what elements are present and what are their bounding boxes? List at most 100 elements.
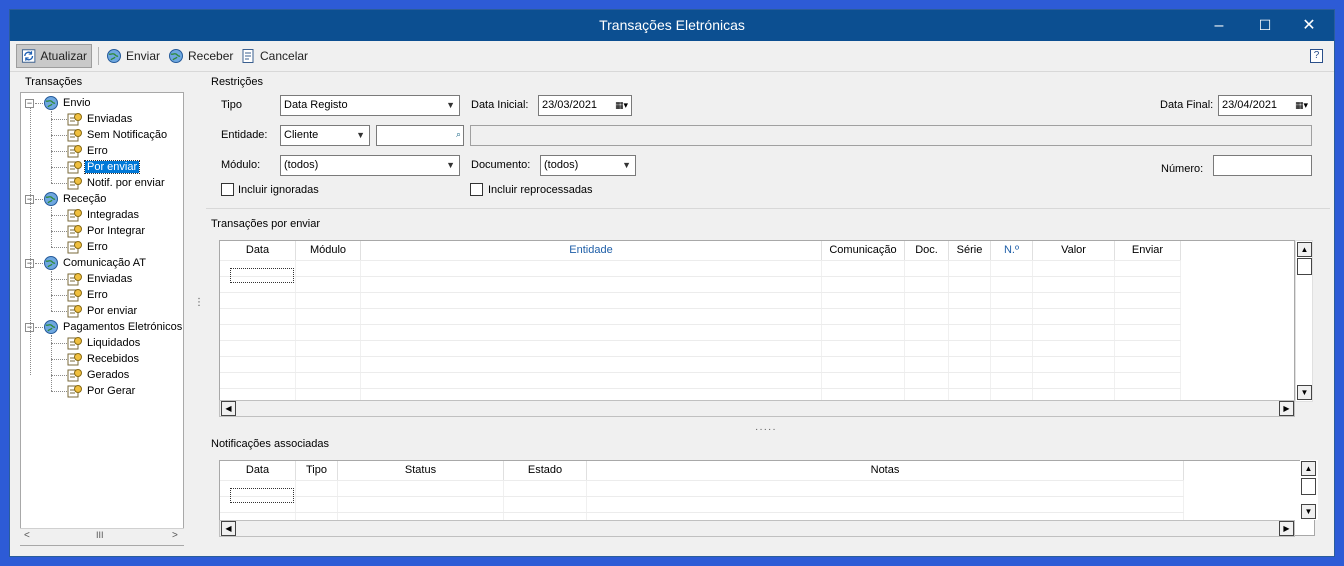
tree-item[interactable]: Por Gerar (67, 383, 137, 399)
scroll-thumb[interactable] (1301, 478, 1316, 495)
scroll-down-icon[interactable]: ▼ (1297, 385, 1312, 400)
tree-item[interactable]: Erro (67, 143, 110, 159)
tree-group[interactable]: Receção (43, 191, 108, 207)
scroll-down-icon[interactable]: ▼ (1301, 504, 1316, 519)
chevron-down-icon: ▼ (446, 100, 455, 110)
column-header[interactable]: N.º (991, 241, 1033, 260)
tree-group-label: Pagamentos Eletrónicos (63, 321, 183, 333)
column-header[interactable]: Entidade (361, 241, 822, 260)
tree-item[interactable]: Gerados (67, 367, 131, 383)
scroll-thumb[interactable] (1297, 258, 1312, 275)
transactions-tree[interactable]: − Envio Enviadas Sem Notificação Erro Por env… (20, 92, 184, 546)
lookup-icon[interactable]: ⌕ (456, 129, 461, 140)
tree-horizontal-scrollbar[interactable]: < III > (20, 528, 184, 545)
column-header[interactable]: Estado (504, 461, 587, 480)
cancelar-button[interactable]: Cancelar (236, 44, 312, 68)
tree-item-label: Sem Notificação (87, 129, 168, 141)
tree-item[interactable]: Enviadas (67, 111, 134, 127)
modulo-select[interactable]: (todos) ▼ (280, 155, 460, 176)
entidade-value: Cliente (284, 129, 319, 141)
column-header[interactable]: Status (338, 461, 504, 480)
entidade-select[interactable]: Cliente ▼ (280, 125, 370, 146)
tree-connector (51, 207, 52, 247)
horizontal-splitter[interactable]: ····· (755, 424, 777, 435)
notificacoes-horizontal-scrollbar[interactable]: ◀ ▶ (219, 520, 1295, 537)
tree-item[interactable]: Por Integrar (67, 223, 147, 239)
column-header[interactable]: Tipo (296, 461, 338, 480)
column-header[interactable]: Comunicação (822, 241, 905, 260)
entidade-label: Entidade: (221, 129, 268, 141)
document-gear-icon (67, 239, 83, 255)
tree-connector (51, 335, 52, 391)
transacoes-vertical-scrollbar[interactable]: ▲ ▼ (1295, 240, 1313, 402)
tree-group[interactable]: Comunicação AT (43, 255, 148, 271)
tree-item[interactable]: Notif. por enviar (67, 175, 167, 191)
vertical-splitter[interactable]: ⋮ (194, 298, 204, 308)
document-gear-icon (67, 303, 83, 319)
tree-item[interactable]: Enviadas (67, 271, 134, 287)
column-header[interactable]: Série (949, 241, 991, 260)
enviar-button[interactable]: Enviar (102, 44, 164, 68)
maximize-button[interactable]: ☐ (1242, 10, 1288, 41)
atualizar-button[interactable]: Atualizar (16, 44, 92, 68)
receber-button[interactable]: Receber (164, 44, 237, 68)
column-header[interactable]: Notas (587, 461, 1184, 480)
incluir-ignoradas-checkbox[interactable] (221, 183, 234, 196)
scroll-left-icon[interactable]: ◀ (221, 521, 236, 536)
column-header[interactable]: Data (220, 461, 296, 480)
tree-item[interactable]: Integradas (67, 207, 141, 223)
modulo-label: Módulo: (221, 159, 261, 171)
tree-group[interactable]: Pagamentos Eletrónicos (43, 319, 183, 335)
scroll-left-icon[interactable]: ◀ (221, 401, 236, 416)
tree-item-label: Recebidos (87, 353, 139, 365)
incluir-reprocessadas-checkbox[interactable] (470, 183, 483, 196)
close-button[interactable]: ✕ (1286, 10, 1332, 41)
table-row (220, 276, 1181, 277)
column-header[interactable]: Enviar (1115, 241, 1181, 260)
transacoes-horizontal-scrollbar[interactable]: ◀ ▶ (219, 400, 1295, 417)
scroll-thumb[interactable]: III (96, 530, 104, 540)
tree-item-label: Erro (87, 289, 108, 301)
focused-cell[interactable] (230, 268, 294, 283)
data-final-picker[interactable]: 23/04/2021 ▦▾ (1218, 95, 1312, 116)
tree-item-label: Por Gerar (87, 385, 136, 397)
help-button[interactable]: ? (1310, 49, 1323, 63)
tree-item[interactable]: Liquidados (67, 335, 142, 351)
scroll-up-icon[interactable]: ▲ (1301, 461, 1316, 476)
tree-item[interactable]: Por enviar (67, 159, 141, 175)
tree-item[interactable]: Por enviar (67, 303, 139, 319)
scroll-left-icon[interactable]: < (24, 530, 30, 541)
tree-item[interactable]: Erro (67, 287, 110, 303)
tree-item[interactable]: Recebidos (67, 351, 141, 367)
column-header[interactable]: Doc. (905, 241, 949, 260)
scroll-right-icon[interactable]: ▶ (1279, 521, 1294, 536)
receber-label: Receber (188, 49, 234, 63)
focused-cell[interactable] (230, 488, 294, 503)
scroll-right-icon[interactable]: > (172, 530, 178, 541)
tipo-value: Data Registo (284, 99, 348, 111)
transacoes-grid[interactable]: Data Módulo Entidade Comunicação Doc. Série N.… (219, 240, 1295, 416)
documento-label: Documento: (471, 159, 531, 171)
globe-icon (43, 95, 59, 111)
data-inicial-picker[interactable]: 23/03/2021 ▦▾ (538, 95, 632, 116)
document-gear-icon (67, 127, 83, 143)
entidade-code-input[interactable]: ⌕ (376, 125, 464, 146)
calendar-icon[interactable]: ▦▾ (615, 96, 628, 115)
minimize-button[interactable]: – (1196, 10, 1242, 41)
tree-group[interactable]: Envio (43, 95, 93, 111)
tree-item[interactable]: Sem Notificação (67, 127, 169, 143)
table-row (220, 356, 1181, 357)
tipo-select[interactable]: Data Registo ▼ (280, 95, 460, 116)
tree-item-label: Gerados (87, 369, 130, 381)
column-header[interactable]: Data (220, 241, 296, 260)
documento-select[interactable]: (todos) ▼ (540, 155, 636, 176)
numero-input[interactable] (1213, 155, 1312, 176)
tree-item[interactable]: Erro (67, 239, 110, 255)
scroll-right-icon[interactable]: ▶ (1279, 401, 1294, 416)
tree-connector (51, 167, 67, 168)
column-header[interactable]: Módulo (296, 241, 361, 260)
notificacoes-vertical-scrollbar[interactable]: ▲ ▼ (1300, 460, 1318, 520)
scroll-up-icon[interactable]: ▲ (1297, 242, 1312, 257)
calendar-icon[interactable]: ▦▾ (1295, 96, 1308, 115)
column-header[interactable]: Valor (1033, 241, 1115, 260)
